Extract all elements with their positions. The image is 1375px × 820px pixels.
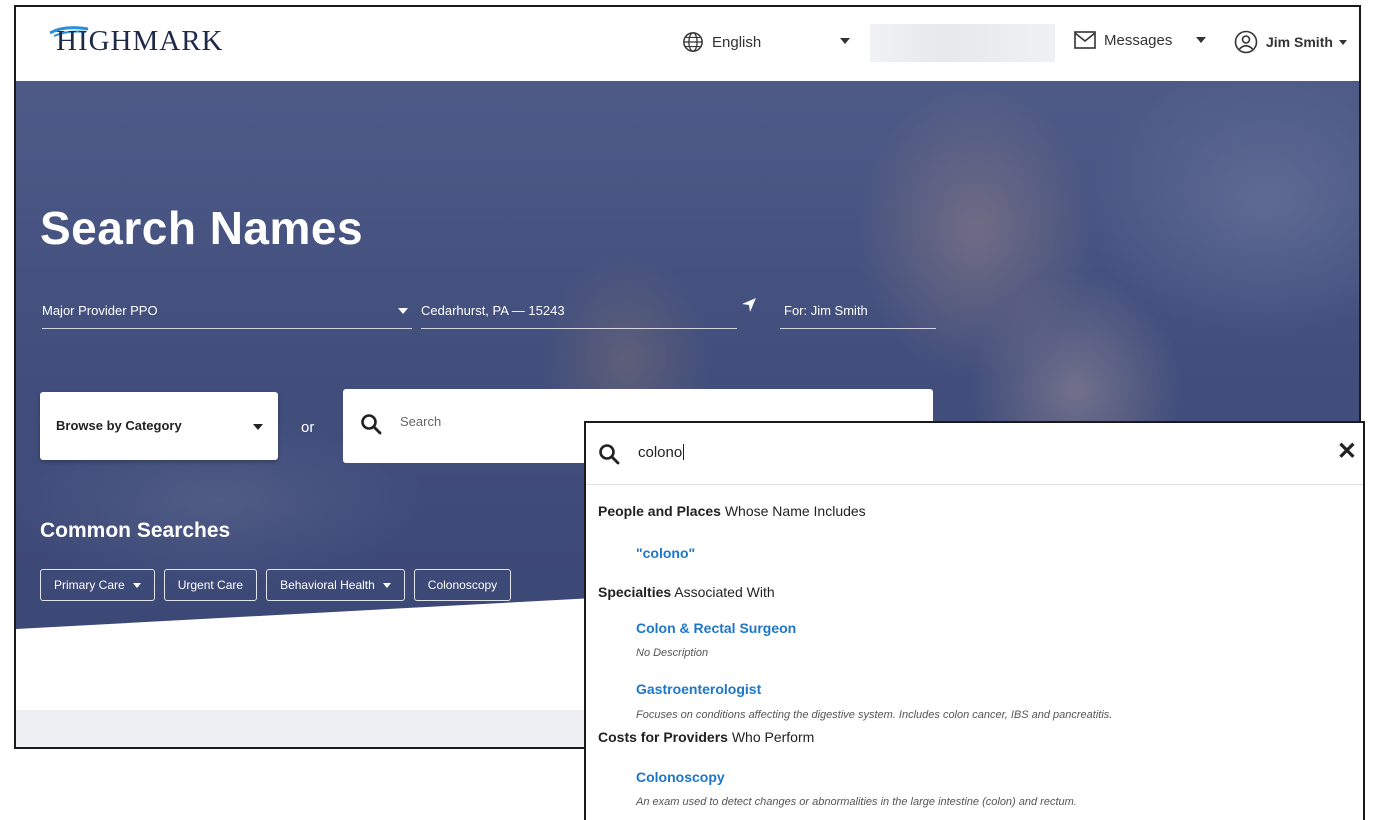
chevron-down-icon[interactable] (1196, 37, 1206, 43)
user-circle-icon (1234, 30, 1258, 54)
language-label: English (712, 33, 762, 51)
suggestion-description: An exam used to detect changes or abnorm… (636, 796, 1077, 808)
suggestion-colonoscopy[interactable]: Colonoscopy (636, 769, 725, 785)
search-query-text: colono (638, 444, 683, 461)
section-heading-rest: Who Perform (727, 729, 815, 745)
section-heading-bold: Costs for Providers (598, 729, 728, 745)
search-icon (599, 444, 620, 465)
chevron-down-icon (1338, 39, 1347, 45)
text-cursor (683, 444, 685, 460)
suggestion-colon-rectal-surgeon[interactable]: Colon & Rectal Surgeon (636, 620, 796, 636)
suggestion-description: No Description (636, 647, 709, 659)
section-heading-costs: Costs for Providers Who Perform (598, 729, 814, 745)
suggestion-name-query[interactable]: "colono" (636, 545, 695, 561)
user-name: Jim Smith (1266, 34, 1333, 50)
user-menu[interactable]: Jim Smith (1234, 30, 1347, 54)
section-heading-rest: Associated With (671, 584, 775, 600)
messages-menu[interactable]: Messages (1074, 31, 1172, 49)
close-icon[interactable]: ✕ (1337, 437, 1357, 466)
messages-label: Messages (1104, 31, 1173, 49)
suggestion-gastroenterologist[interactable]: Gastroenterologist (636, 681, 761, 697)
blurred-content (870, 24, 1055, 62)
section-heading-rest: Whose Name Includes (720, 503, 866, 519)
suggestion-search-bar[interactable]: colono ✕ (586, 423, 1363, 485)
chevron-down-icon[interactable] (840, 38, 850, 44)
section-heading-bold: Specialties (598, 584, 672, 600)
section-heading-bold: People and Places (598, 503, 721, 519)
language-selector[interactable]: English (682, 31, 761, 53)
section-heading-people-places: People and Places Whose Name Includes (598, 503, 866, 519)
envelope-icon (1074, 31, 1096, 49)
globe-icon (683, 32, 703, 52)
section-heading-specialties: Specialties Associated With (598, 584, 775, 600)
search-suggestions-panel: colono ✕ People and Places Whose Name In… (584, 421, 1365, 820)
search-query-input[interactable]: colono (638, 444, 685, 461)
logo-text: HIGHMARK (56, 25, 224, 57)
top-navigation-bar: HIGHMARK English Messages Jim Smith (16, 7, 1359, 81)
suggestion-description: Focuses on conditions affecting the dige… (636, 709, 1113, 721)
